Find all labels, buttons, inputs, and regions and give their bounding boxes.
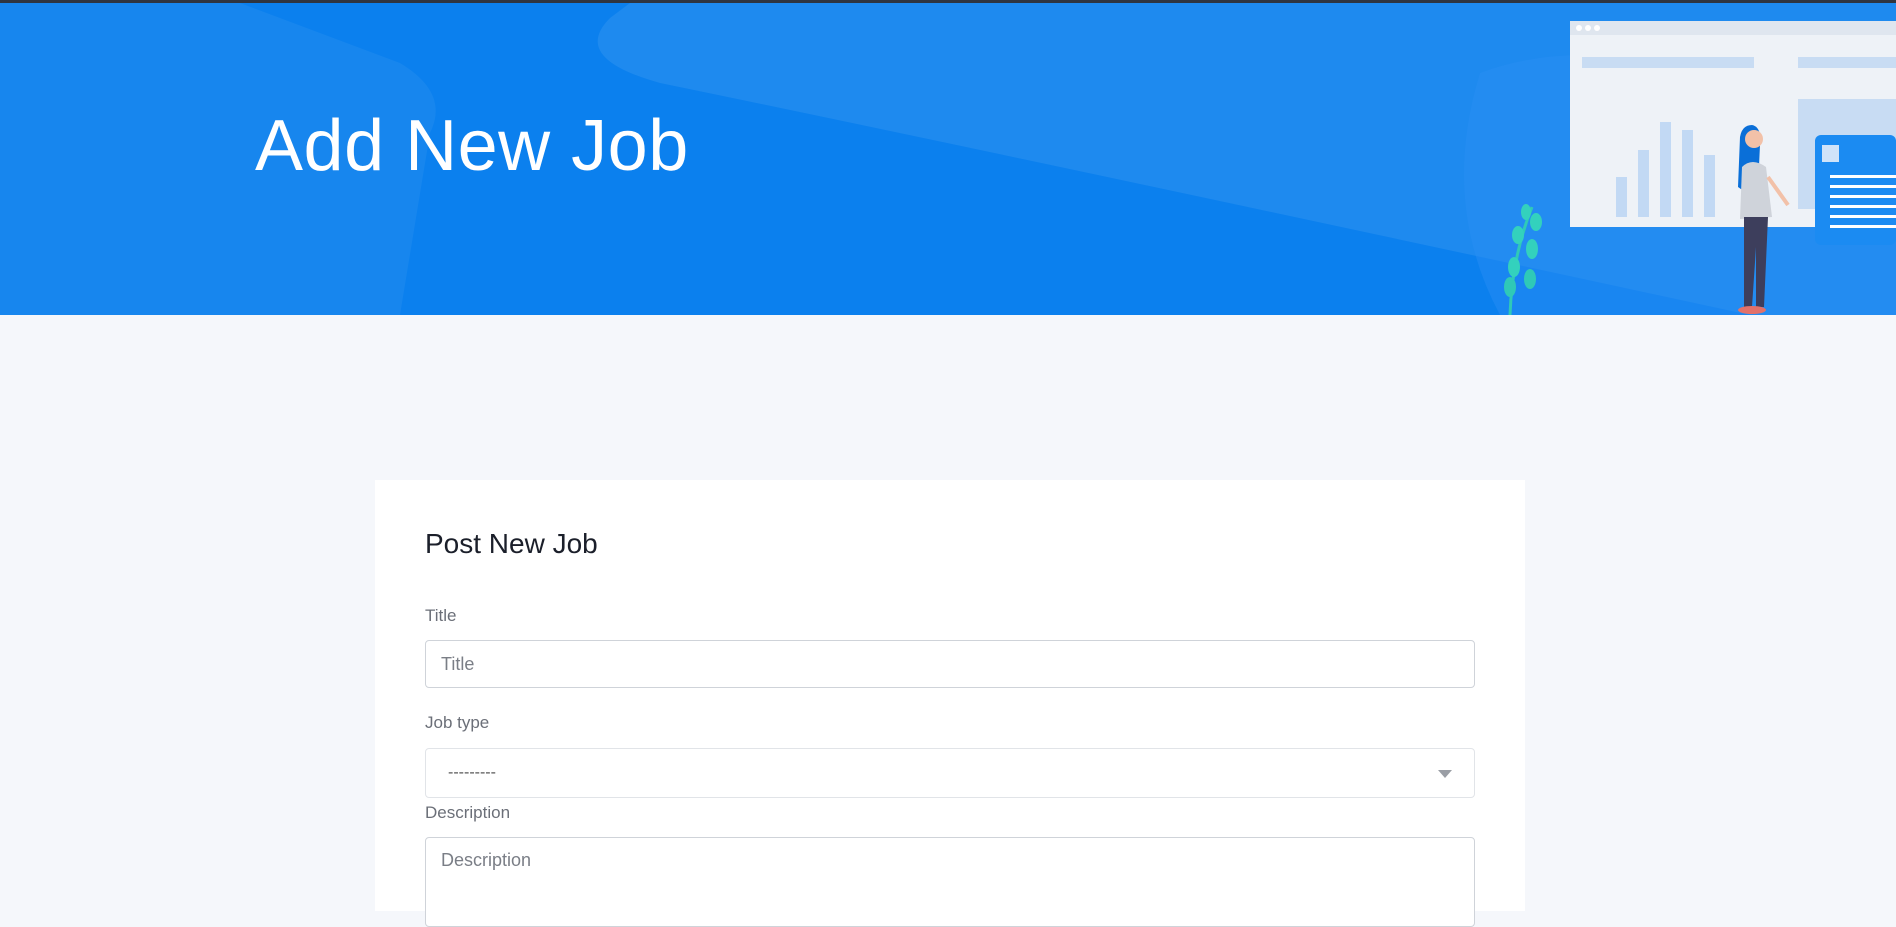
job-type-selected-value: --------- [448, 764, 496, 781]
post-job-form-card: Post New Job Title Job type --------- De… [375, 480, 1525, 927]
job-type-label: Job type [425, 713, 490, 732]
job-type-select[interactable]: --------- [425, 748, 1475, 798]
form-heading: Post New Job [425, 528, 598, 559]
analytics-dashboard-person-illustration [1504, 21, 1896, 315]
chevron-down-icon [1438, 770, 1452, 778]
description-textarea[interactable] [425, 837, 1475, 927]
description-label: Description [425, 803, 511, 822]
title-input[interactable] [425, 640, 1475, 688]
page-title: Add New Job [255, 106, 689, 186]
page-hero-banner: Add New Job [0, 3, 1896, 315]
title-label: Title [425, 606, 457, 625]
